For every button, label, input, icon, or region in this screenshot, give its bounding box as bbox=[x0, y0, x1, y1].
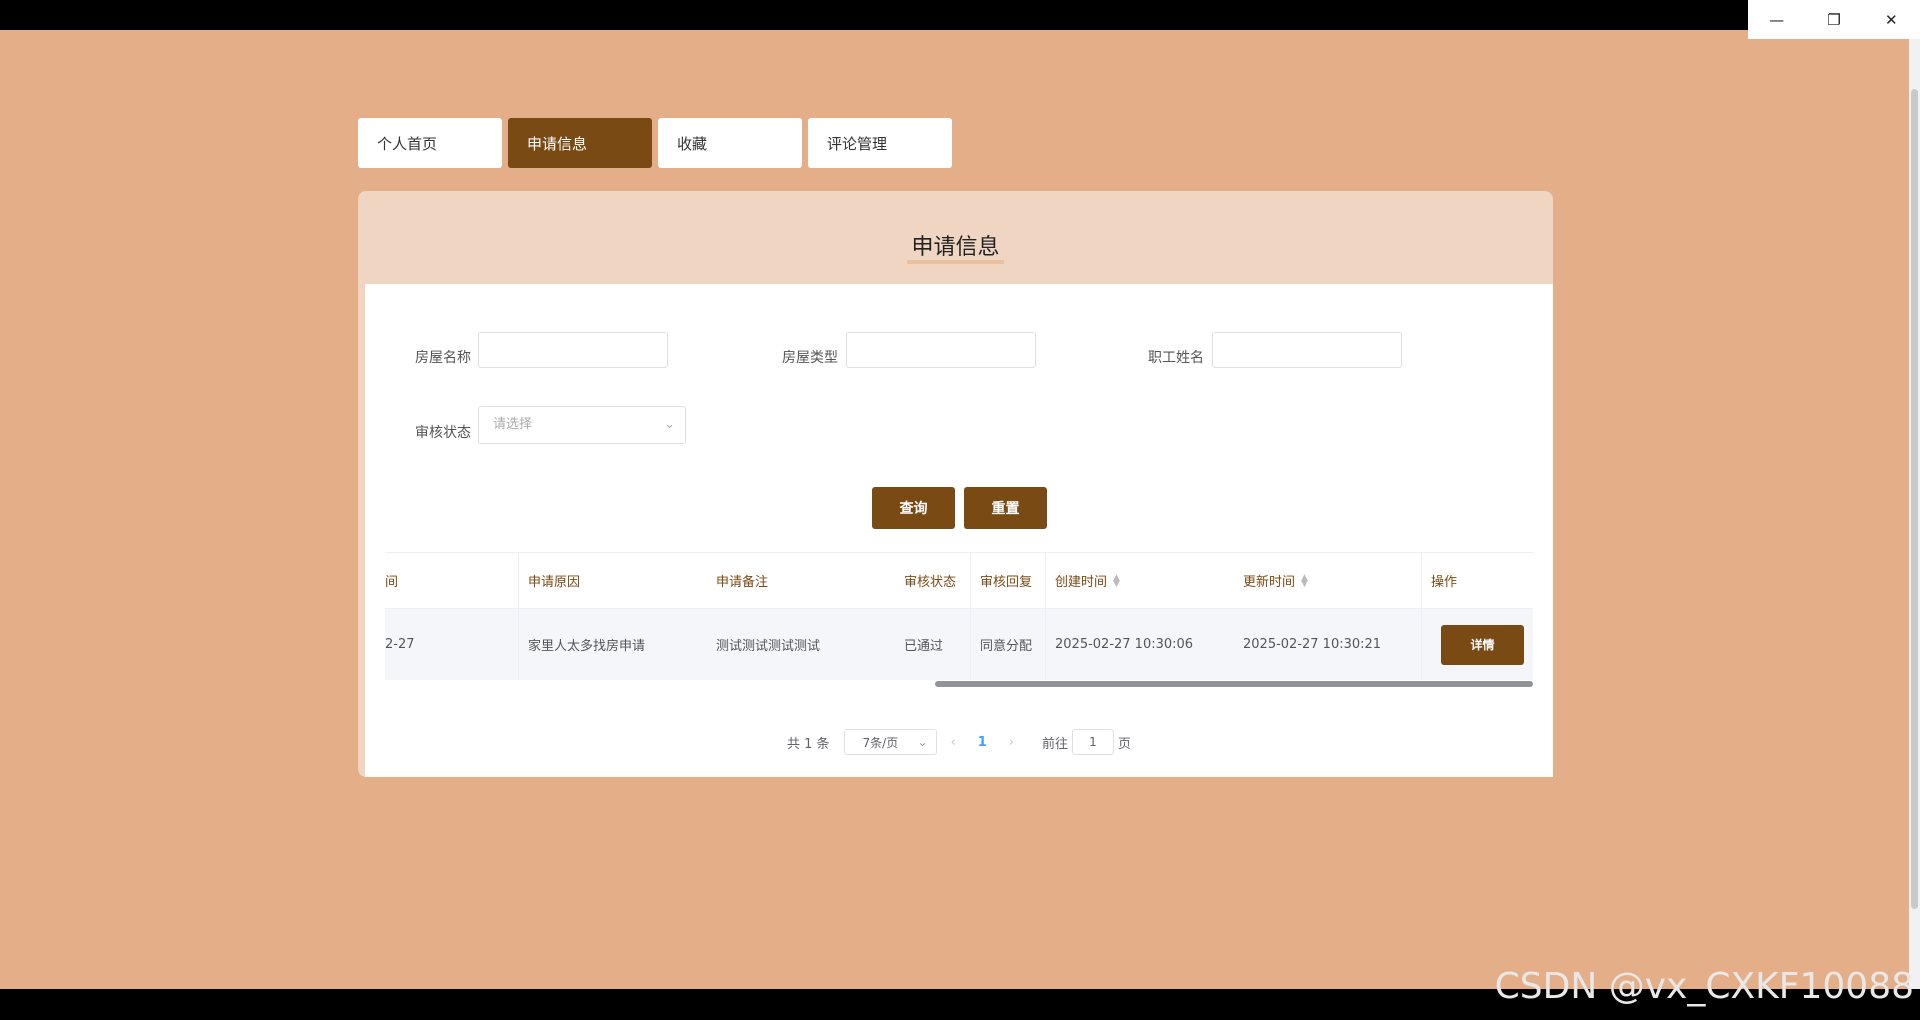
house-name-input[interactable] bbox=[478, 332, 668, 368]
cell-reason: 家里人太多找房申请 bbox=[528, 639, 646, 654]
col-date: 间 bbox=[385, 575, 399, 590]
tab-comments[interactable]: 评论管理 bbox=[808, 118, 952, 168]
column-divider bbox=[1045, 553, 1046, 680]
sort-icon[interactable]: ▲ ▼ bbox=[1301, 573, 1309, 588]
cell-action: 详情 bbox=[1441, 609, 1531, 680]
page-title-text: 申请信息 bbox=[907, 235, 1004, 264]
cell-updated: 2025-02-27 10:30:21 bbox=[1243, 637, 1382, 652]
col-reason: 申请原因 bbox=[528, 575, 581, 590]
minimize-icon[interactable]: — bbox=[1748, 0, 1805, 39]
table-header: 间 申请原因 申请备注 审核状态 审核回复 创建时间 ▲ ▼ 更新时间 ▲ ▼ 操作 bbox=[385, 553, 1533, 609]
nav-tabs: 个人首页 申请信息 收藏 评论管理 bbox=[358, 118, 958, 168]
col-updated-label: 更新时间 bbox=[1243, 575, 1296, 590]
chevron-down-icon: ⌄ bbox=[664, 417, 675, 432]
sort-icon[interactable]: ▲ ▼ bbox=[1113, 573, 1121, 588]
goto-label: 前往 bbox=[1041, 736, 1068, 752]
col-status: 审核状态 bbox=[904, 575, 957, 590]
audit-status-label: 审核状态 bbox=[415, 425, 471, 441]
goto-unit: 页 bbox=[1118, 736, 1132, 752]
prev-page-icon[interactable]: ‹ bbox=[951, 735, 956, 750]
col-created-label: 创建时间 bbox=[1055, 575, 1108, 590]
pagination-total: 共 1 条 bbox=[786, 736, 830, 752]
column-divider bbox=[518, 553, 519, 680]
page-size-select[interactable]: 7条/页 ⌄ bbox=[843, 729, 937, 755]
window-controls: — ❐ ✕ bbox=[1748, 0, 1920, 39]
window-titlebar bbox=[0, 0, 1920, 30]
tab-favorites[interactable]: 收藏 bbox=[658, 118, 802, 168]
page-size-value: 7条/页 bbox=[862, 735, 899, 750]
horizontal-scrollbar[interactable] bbox=[385, 680, 1533, 688]
page-title: 申请信息 bbox=[358, 229, 1553, 264]
employee-name-label: 职工姓名 bbox=[1148, 350, 1204, 366]
scrollbar-thumb[interactable] bbox=[1911, 89, 1918, 909]
audit-status-placeholder: 请选择 bbox=[493, 417, 533, 432]
house-type-input[interactable] bbox=[846, 332, 1036, 368]
detail-button[interactable]: 详情 bbox=[1441, 624, 1524, 665]
query-button[interactable]: 查询 bbox=[872, 487, 955, 529]
chevron-down-icon: ⌄ bbox=[917, 735, 928, 749]
col-updated[interactable]: 更新时间 ▲ ▼ bbox=[1243, 553, 1423, 608]
goto-page-input[interactable]: 1 bbox=[1072, 729, 1114, 755]
col-reply: 审核回复 bbox=[980, 575, 1033, 590]
cell-remark: 测试测试测试测试 bbox=[716, 639, 821, 654]
cell-created: 2025-02-27 10:30:06 bbox=[1055, 637, 1194, 652]
pagination: 共 1 条 7条/页 ⌄ ‹ 1 › 前往 1 页 bbox=[365, 729, 1553, 755]
restore-icon[interactable]: ❐ bbox=[1805, 0, 1862, 39]
applications-table: 间 申请原因 申请备注 审核状态 审核回复 创建时间 ▲ ▼ 更新时间 ▲ ▼ 操作… bbox=[385, 552, 1533, 688]
next-page-icon[interactable]: › bbox=[1009, 735, 1014, 750]
tab-applications[interactable]: 申请信息 bbox=[508, 118, 652, 168]
goto-page-value: 1 bbox=[1089, 735, 1097, 749]
house-type-label: 房屋类型 bbox=[782, 350, 838, 366]
cell-date: 2-27 bbox=[385, 637, 415, 652]
reset-button[interactable]: 重置 bbox=[964, 487, 1047, 529]
applications-panel: 申请信息 房屋名称 房屋类型 职工姓名 审核状态 请选择 ⌄ 查询 重置 间 申… bbox=[358, 191, 1553, 777]
col-action: 操作 bbox=[1431, 575, 1458, 590]
column-divider bbox=[1421, 553, 1422, 680]
panel-content: 房屋名称 房屋类型 职工姓名 审核状态 请选择 ⌄ 查询 重置 间 申请原因 申… bbox=[365, 284, 1553, 777]
close-icon[interactable]: ✕ bbox=[1863, 0, 1920, 39]
house-name-label: 房屋名称 bbox=[415, 350, 471, 366]
tab-home[interactable]: 个人首页 bbox=[358, 118, 502, 168]
col-created[interactable]: 创建时间 ▲ ▼ bbox=[1055, 553, 1235, 608]
cell-status: 已通过 bbox=[904, 639, 944, 654]
table-row: 2-27 家里人太多找房申请 测试测试测试测试 已通过 同意分配 2025-02… bbox=[385, 609, 1533, 681]
employee-name-input[interactable] bbox=[1212, 332, 1402, 368]
cell-reply: 同意分配 bbox=[980, 639, 1033, 654]
scrollbar-thumb[interactable] bbox=[935, 681, 1533, 687]
vertical-scrollbar[interactable] bbox=[1909, 39, 1920, 989]
page-number[interactable]: 1 bbox=[978, 735, 987, 750]
col-remark: 申请备注 bbox=[716, 575, 769, 590]
audit-status-select[interactable]: 请选择 ⌄ bbox=[478, 406, 686, 444]
watermark: CSDN @vx_CXKF10088 bbox=[1494, 966, 1914, 1007]
column-divider bbox=[970, 553, 971, 680]
